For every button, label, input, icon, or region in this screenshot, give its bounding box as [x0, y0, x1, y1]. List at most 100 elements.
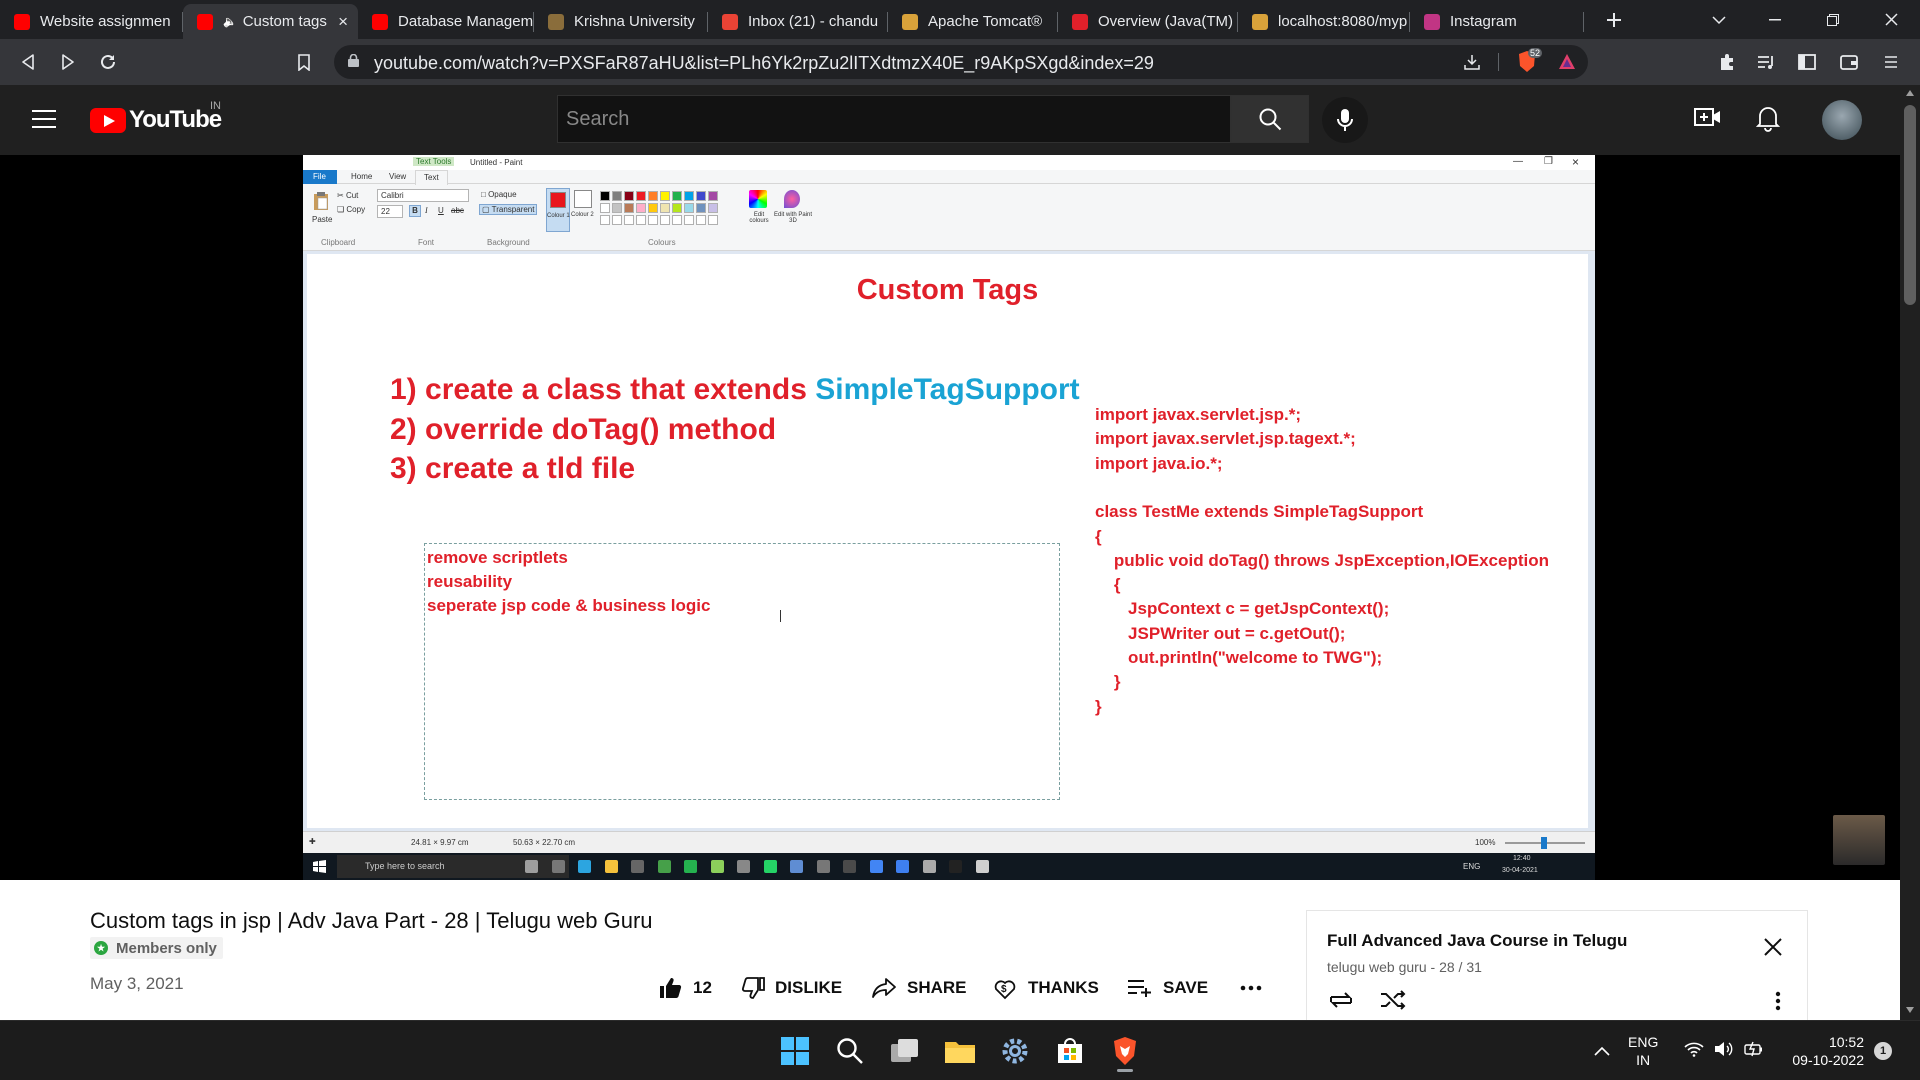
- colour1-button[interactable]: Colour 1: [546, 188, 570, 232]
- cut-button[interactable]: ✂ Cut: [337, 191, 358, 200]
- palette-swatch[interactable]: [708, 203, 718, 213]
- palette-swatch[interactable]: [636, 203, 646, 213]
- palette-swatch[interactable]: [648, 191, 658, 201]
- zoom-slider-thumb[interactable]: [1541, 837, 1547, 849]
- search-input[interactable]: [558, 96, 1230, 142]
- sidebar-button[interactable]: [1792, 47, 1822, 77]
- palette-swatch[interactable]: [648, 215, 658, 225]
- colour2-swatch[interactable]: [574, 190, 592, 208]
- microsoft-store-button[interactable]: [1050, 1031, 1090, 1071]
- dislike-button[interactable]: DISLIKE: [741, 975, 842, 1001]
- video-player[interactable]: Text Tools Untitled - Paint — ❐ × File H…: [0, 155, 1900, 880]
- start-button[interactable]: [775, 1031, 815, 1071]
- palette-swatch[interactable]: [696, 215, 706, 225]
- notification-badge[interactable]: 1: [1874, 1042, 1892, 1060]
- paint3d-icon[interactable]: [784, 190, 800, 208]
- palette-swatch[interactable]: [600, 191, 610, 201]
- install-app-icon[interactable]: [1464, 54, 1480, 70]
- browser-menu-button[interactable]: [1876, 47, 1906, 77]
- palette-swatch[interactable]: [660, 215, 670, 225]
- channel-watermark[interactable]: [1833, 815, 1885, 865]
- palette-swatch[interactable]: [624, 215, 634, 225]
- bold-button[interactable]: B: [409, 205, 421, 217]
- paint-tab-home[interactable]: Home: [351, 172, 372, 181]
- taskbar-search-button[interactable]: [830, 1031, 870, 1071]
- search-button[interactable]: [1231, 95, 1309, 143]
- quick-settings-button[interactable]: [1684, 1041, 1764, 1057]
- palette-swatch[interactable]: [612, 215, 622, 225]
- show-hidden-icons-button[interactable]: [1594, 1043, 1610, 1061]
- palette-swatch[interactable]: [672, 191, 682, 201]
- underline-button[interactable]: U: [438, 206, 444, 215]
- close-playlist-button[interactable]: [1763, 937, 1783, 962]
- palette-swatch[interactable]: [696, 191, 706, 201]
- brave-rewards-icon[interactable]: [1558, 53, 1576, 70]
- strikethrough-button[interactable]: abc: [451, 206, 464, 215]
- zoom-slider[interactable]: [1505, 837, 1585, 849]
- font-family-select[interactable]: Calibri: [377, 189, 469, 202]
- scroll-up-arrow-icon[interactable]: [1906, 90, 1914, 96]
- italic-button[interactable]: I: [425, 206, 428, 215]
- clock[interactable]: 10:52 09-10-2022: [1778, 1033, 1864, 1069]
- palette-swatch[interactable]: [672, 215, 682, 225]
- scroll-down-arrow-icon[interactable]: [1906, 1007, 1914, 1013]
- speaker-icon[interactable]: 🔈: [223, 15, 237, 28]
- minimize-button[interactable]: [1752, 0, 1798, 39]
- paint-tab-view[interactable]: View: [389, 172, 406, 181]
- palette-swatch[interactable]: [660, 203, 670, 213]
- paint-minimize-icon[interactable]: —: [1513, 156, 1523, 167]
- loop-playlist-button[interactable]: [1327, 989, 1355, 1016]
- palette-swatch[interactable]: [708, 215, 718, 225]
- like-button[interactable]: 12: [659, 975, 712, 1001]
- paint-tab-file[interactable]: File: [303, 170, 337, 184]
- palette-swatch[interactable]: [600, 203, 610, 213]
- settings-button[interactable]: [995, 1031, 1035, 1071]
- forward-button[interactable]: [53, 47, 83, 77]
- palette-swatch[interactable]: [660, 191, 670, 201]
- palette-swatch[interactable]: [684, 203, 694, 213]
- browser-tab[interactable]: Instagram: [1410, 4, 1584, 39]
- paint-close-icon[interactable]: ×: [1572, 155, 1579, 169]
- font-size-select[interactable]: 22: [377, 205, 403, 218]
- palette-swatch[interactable]: [696, 203, 706, 213]
- playlist-channel[interactable]: telugu web guru: [1327, 959, 1427, 975]
- palette-swatch[interactable]: [648, 203, 658, 213]
- save-button[interactable]: SAVE: [1127, 975, 1208, 1001]
- task-view-button[interactable]: [885, 1031, 925, 1071]
- paint-tab-text[interactable]: Text: [415, 170, 448, 185]
- paste-icon[interactable]: [313, 191, 329, 211]
- palette-swatch[interactable]: [624, 203, 634, 213]
- palette-swatch[interactable]: [612, 203, 622, 213]
- copy-button[interactable]: ❏ Copy: [337, 205, 365, 214]
- youtube-logo[interactable]: YouTube IN: [90, 100, 222, 134]
- restore-button[interactable]: [1810, 0, 1856, 39]
- transparent-button[interactable]: ▢ Transparent: [479, 204, 538, 215]
- page-scrollbar[interactable]: [1900, 85, 1920, 1020]
- palette-swatch[interactable]: [624, 191, 634, 201]
- playlist-title[interactable]: Full Advanced Java Course in Telugu: [1327, 931, 1627, 951]
- tab-search-button[interactable]: [1696, 0, 1742, 39]
- address-bar[interactable]: youtube.com/watch?v=PXSFaR87aHU&list=PLh…: [334, 45, 1588, 79]
- bookmark-button[interactable]: [289, 47, 319, 77]
- notifications-button[interactable]: [1755, 104, 1781, 137]
- opaque-button[interactable]: □ Opaque: [481, 190, 517, 199]
- browser-tab[interactable]: Inbox (21) - chandu: [708, 4, 888, 39]
- browser-tab[interactable]: Krishna University: [534, 4, 708, 39]
- thanks-button[interactable]: $ THANKS: [992, 975, 1099, 1001]
- browser-tab[interactable]: Website assignmen: [0, 4, 183, 39]
- brave-shields-button[interactable]: 52: [1516, 48, 1543, 74]
- paint-canvas[interactable]: Custom Tags 1) create a class that exten…: [307, 254, 1588, 828]
- input-language-indicator[interactable]: ENG IN: [1628, 1033, 1658, 1069]
- scrollbar-thumb[interactable]: [1904, 105, 1916, 305]
- paint-text-box[interactable]: remove scriptlets reusability seperate j…: [424, 543, 1060, 800]
- edit-colours-icon[interactable]: [749, 190, 767, 208]
- browser-tab[interactable]: Overview (Java(TM): [1058, 4, 1238, 39]
- palette-swatch[interactable]: [684, 191, 694, 201]
- paint-restore-icon[interactable]: ❐: [1544, 156, 1553, 167]
- create-video-button[interactable]: [1694, 105, 1722, 134]
- close-tab-icon[interactable]: ×: [338, 12, 348, 32]
- account-avatar[interactable]: [1822, 100, 1862, 140]
- brave-browser-button[interactable]: [1105, 1031, 1145, 1072]
- wallet-button[interactable]: [1834, 47, 1864, 77]
- back-button[interactable]: [13, 47, 43, 77]
